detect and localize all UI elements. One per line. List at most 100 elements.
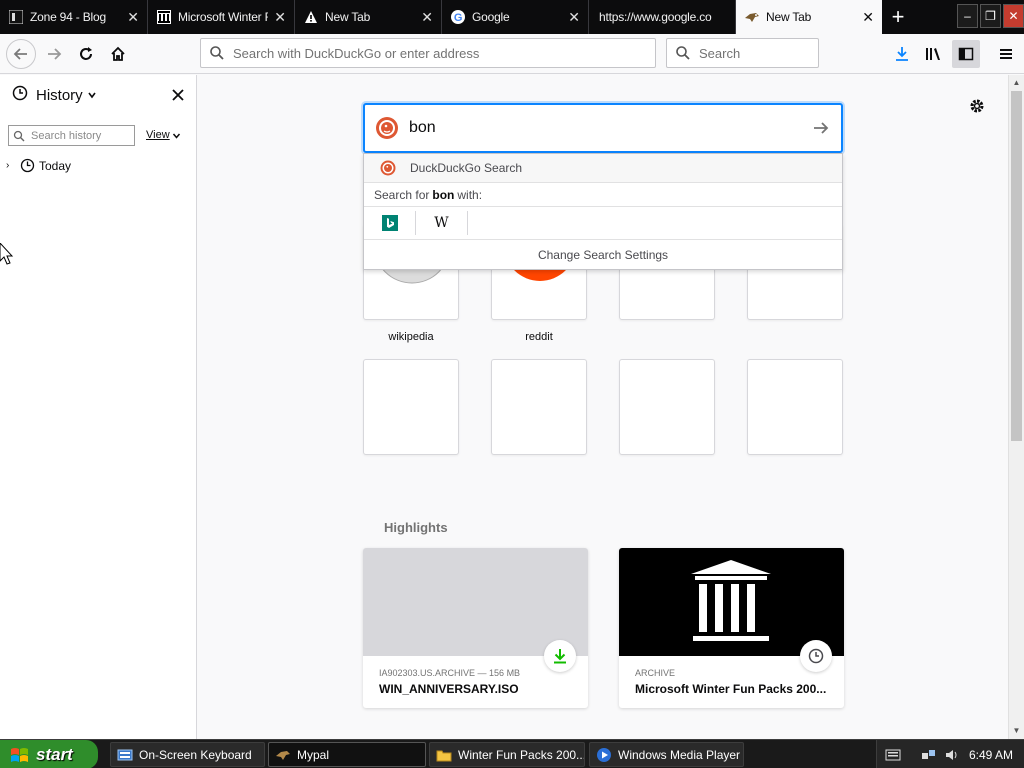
sidebar-icon <box>958 47 974 61</box>
download-icon <box>544 640 576 672</box>
address-bar-placeholder: Search with DuckDuckGo or enter address <box>233 45 480 61</box>
top-site-tile-empty[interactable] <box>363 359 459 455</box>
menu-button[interactable] <box>992 40 1020 68</box>
tab-google-url[interactable]: https://www.google.co <box>589 0 736 34</box>
keyboard-tray-icon[interactable] <box>885 749 901 761</box>
start-label: start <box>36 744 73 764</box>
downloads-button[interactable] <box>888 40 916 68</box>
search-go-button[interactable] <box>801 119 841 137</box>
tab-zone94[interactable]: Zone 94 - Blog ✕ <box>0 0 148 34</box>
tab-new-tab[interactable]: New Tab ✕ <box>295 0 442 34</box>
library-button[interactable] <box>920 40 948 68</box>
view-label: View <box>146 129 170 141</box>
search-for-header: Search for bon with: <box>364 183 842 207</box>
tab-new-tab-active[interactable]: New Tab ✕ <box>736 0 882 34</box>
close-tab-icon[interactable]: ✕ <box>125 9 141 25</box>
close-sidebar-button[interactable] <box>168 85 188 105</box>
scroll-up-arrow-icon[interactable]: ▲ <box>1009 75 1024 90</box>
search-bar-placeholder: Search <box>699 45 741 61</box>
change-search-settings-label: Change Search Settings <box>537 248 669 262</box>
system-tray: 6:49 AM <box>876 740 1024 768</box>
taskbar-item-windows-media-player[interactable]: Windows Media Player <box>589 742 744 767</box>
search-query: bon <box>409 119 436 136</box>
tab-google[interactable]: G Google ✕ <box>442 0 589 34</box>
home-icon <box>111 46 125 61</box>
search-for-prefix: Search for <box>374 187 430 202</box>
arrow-right-icon <box>814 122 829 134</box>
download-icon <box>896 47 908 61</box>
address-bar[interactable]: Search with DuckDuckGo or enter address <box>200 38 656 68</box>
start-button[interactable]: start <box>0 740 98 768</box>
tab-label: Zone 94 - Blog <box>30 10 106 24</box>
suggestion-duckduckgo[interactable]: DuckDuckGo Search <box>364 154 842 183</box>
new-tab-page: ΩW wikipedia reddit bon DuckDuckGo Searc… <box>198 75 1008 739</box>
close-window-button[interactable]: ✕ <box>1003 4 1024 28</box>
back-arrow-icon <box>13 48 27 60</box>
forward-button[interactable] <box>40 40 68 68</box>
suggestion-engine-label: DuckDuckGo Search <box>410 161 523 175</box>
highlight-title: WIN_ANNIVERSARY.ISO <box>379 682 519 696</box>
highlight-card[interactable]: ARCHIVE Microsoft Winter Fun Packs 200..… <box>619 548 844 708</box>
highlight-title: Microsoft Winter Fun Packs 200... <box>635 682 827 696</box>
forward-arrow-icon <box>48 48 62 60</box>
reload-icon <box>80 47 92 60</box>
tab-strip: Zone 94 - Blog ✕ Microsoft Winter F ✕ Ne… <box>0 0 1024 34</box>
reload-button[interactable] <box>72 40 100 68</box>
navigation-toolbar: Search with DuckDuckGo or enter address … <box>0 34 1024 74</box>
close-tab-icon[interactable]: ✕ <box>419 9 435 25</box>
network-tray-icon[interactable] <box>921 748 937 762</box>
new-tab-button[interactable]: + <box>884 3 912 31</box>
highlight-card[interactable]: IA902303.US.ARCHIVE — 156 MB WIN_ANNIVER… <box>363 548 588 708</box>
history-tree-item-today[interactable]: › Today <box>6 158 71 173</box>
top-site-tile-empty[interactable] <box>747 359 843 455</box>
window-controls: – ❐ ✕ <box>957 4 1024 28</box>
close-tab-icon[interactable]: ✕ <box>272 9 288 25</box>
chevron-right-icon[interactable]: › <box>6 160 16 171</box>
taskbar-item-winter-fun-packs[interactable]: Winter Fun Packs 200... <box>429 742 585 767</box>
tab-microsoft-winter[interactable]: Microsoft Winter F ✕ <box>148 0 295 34</box>
change-search-settings-button[interactable]: Change Search Settings <box>364 240 842 270</box>
tab-label: Google <box>472 10 510 24</box>
settings-gear-icon[interactable] <box>966 95 988 117</box>
volume-tray-icon[interactable] <box>945 748 959 762</box>
back-button[interactable] <box>6 39 36 69</box>
warning-icon <box>303 9 319 25</box>
search-for-term: bon <box>432 187 455 202</box>
clock-icon <box>12 85 28 105</box>
sidebar-header[interactable]: History <box>0 75 196 115</box>
library-icon <box>926 48 940 60</box>
wikipedia-engine-button[interactable]: W <box>416 211 468 235</box>
hawk-icon <box>744 9 760 25</box>
media-player-icon <box>596 747 612 763</box>
close-tab-icon[interactable]: ✕ <box>566 9 582 25</box>
minimize-button[interactable]: – <box>957 4 978 28</box>
clock-icon <box>800 640 832 672</box>
taskbar-item-on-screen-keyboard[interactable]: On-Screen Keyboard <box>110 742 265 767</box>
taskbar-item-mypal[interactable]: Mypal <box>268 742 426 767</box>
close-tab-icon[interactable]: ✕ <box>860 9 876 25</box>
sidebar-toggle-button[interactable] <box>952 40 980 68</box>
search-icon <box>675 45 691 61</box>
history-search-placeholder: Search history <box>31 129 102 142</box>
bing-engine-button[interactable] <box>364 211 416 235</box>
restore-button[interactable]: ❐ <box>980 4 1001 28</box>
scrollbar-thumb[interactable] <box>1011 91 1022 441</box>
view-menu-button[interactable]: View <box>146 129 181 141</box>
zone94-icon <box>8 9 24 25</box>
search-icon <box>13 130 25 142</box>
svg-text:G: G <box>454 12 462 24</box>
history-sidebar: History Search history View › Today <box>0 75 197 739</box>
windows-flag-icon <box>10 746 30 764</box>
newtab-search-input[interactable]: bon <box>363 103 843 153</box>
history-search-input[interactable]: Search history <box>8 125 135 146</box>
top-site-tile-empty[interactable] <box>491 359 587 455</box>
page-scrollbar[interactable]: ▲ ▼ <box>1008 75 1024 739</box>
tree-item-label: Today <box>39 158 72 173</box>
search-bar[interactable]: Search <box>666 38 819 68</box>
chevron-down-icon <box>172 131 181 140</box>
taskbar-item-label: Windows Media Player <box>618 747 741 762</box>
top-site-tile-empty[interactable] <box>619 359 715 455</box>
scroll-down-arrow-icon[interactable]: ▼ <box>1009 723 1024 738</box>
mypal-icon <box>275 748 291 762</box>
home-button[interactable] <box>104 40 132 68</box>
